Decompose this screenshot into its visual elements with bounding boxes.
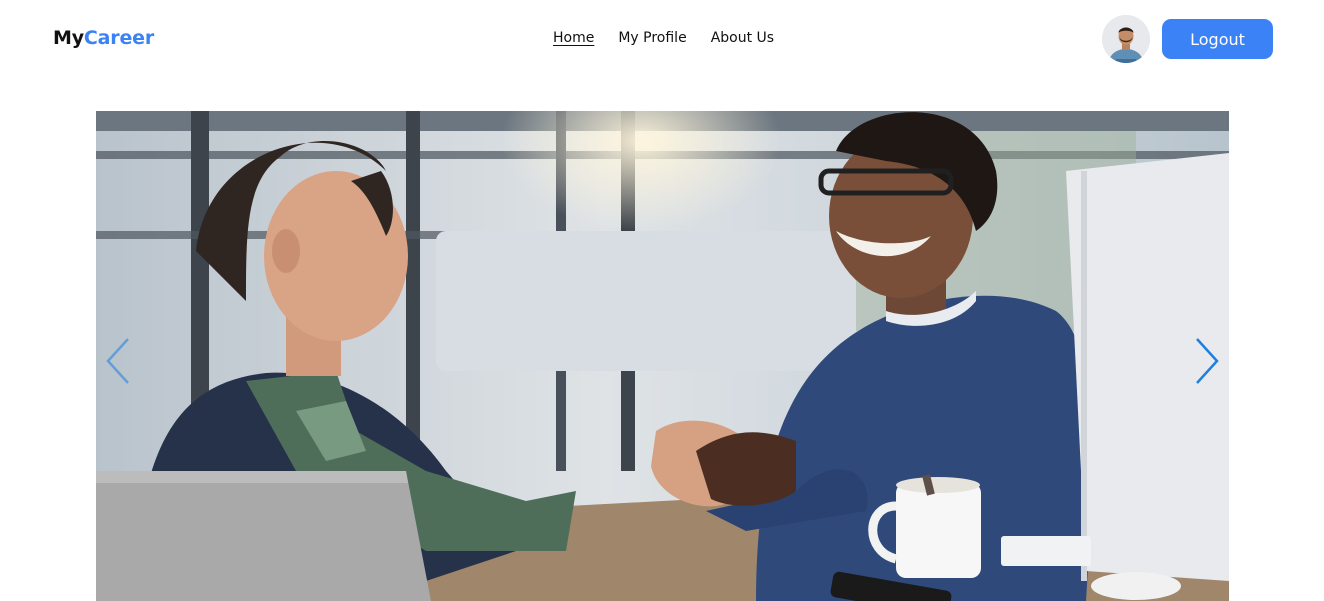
brand-logo-part1: My [53,27,84,49]
user-avatar-image [1102,15,1150,63]
main-nav: Home My Profile About Us [553,30,774,46]
carousel-prev-button[interactable] [104,336,134,386]
carousel-next-button[interactable] [1191,336,1221,386]
hero-carousel [96,111,1229,601]
nav-my-profile-link[interactable]: My Profile [618,30,686,46]
top-navbar: MyCareer Home My Profile About Us Logout [0,0,1324,80]
chevron-right-icon [1196,338,1219,384]
nav-home-link[interactable]: Home [553,30,594,46]
logout-button[interactable]: Logout [1162,19,1273,59]
handshake-meeting-photo [96,111,1229,601]
brand-logo-part2: Career [83,27,154,49]
chevron-left-icon [106,338,129,384]
user-avatar[interactable] [1102,15,1150,63]
brand-logo[interactable]: MyCareer [53,27,154,49]
nav-about-us-link[interactable]: About Us [711,30,774,46]
